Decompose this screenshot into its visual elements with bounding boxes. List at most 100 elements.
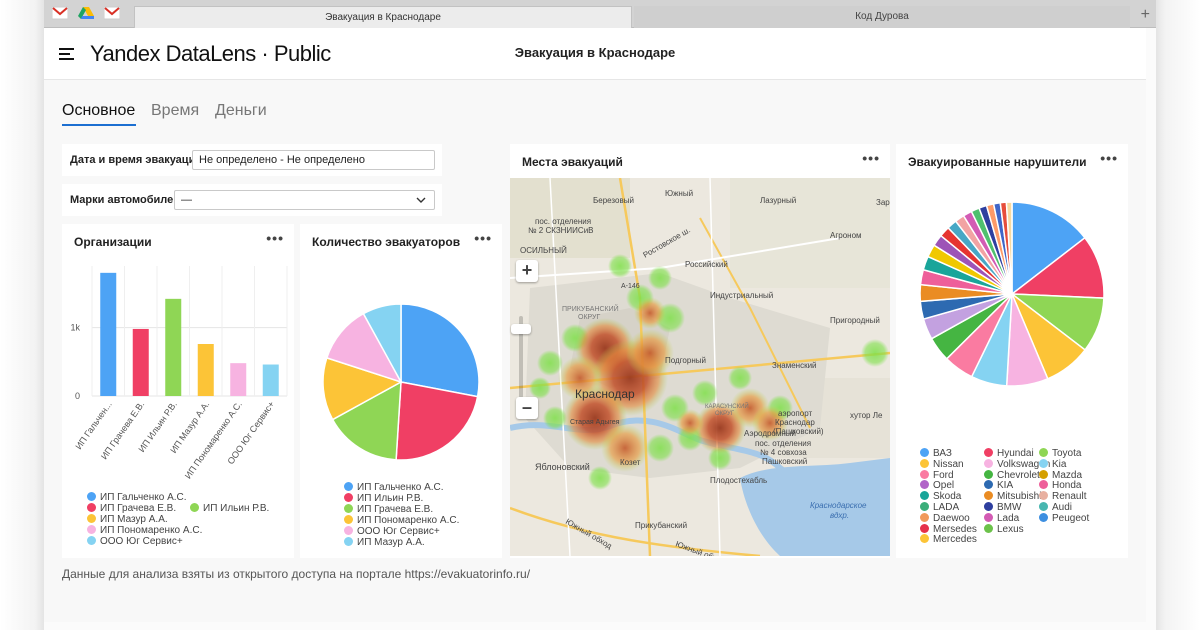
pie-slice[interactable] — [395, 381, 479, 461]
legend-item[interactable]: ИП Мазур А.А. — [344, 537, 425, 548]
svg-text:Пашковский: Пашковский — [762, 457, 807, 466]
tab-money[interactable]: Деньги — [215, 102, 267, 120]
brand-filter: Марки автомобилей — — [62, 184, 442, 216]
zoom-in-button[interactable]: + — [516, 260, 538, 282]
legend-item[interactable]: Renault — [1039, 491, 1086, 502]
orgs-menu-icon[interactable]: ••• — [266, 230, 284, 246]
bar[interactable] — [165, 298, 182, 396]
legend-item[interactable]: Ford — [920, 469, 954, 481]
legend-item[interactable]: ИП Ильин Р.В. — [344, 493, 423, 504]
legend-label: Skoda — [933, 491, 962, 503]
bar[interactable] — [262, 364, 279, 396]
bar[interactable] — [230, 363, 247, 396]
legend-item[interactable]: ООО Юг Сервис+ — [344, 526, 440, 537]
legend-item[interactable]: Lexus — [984, 523, 1024, 535]
date-range-input[interactable]: Не определено - Не определено — [192, 150, 435, 170]
legend-item[interactable]: Mitsubishi — [984, 491, 1041, 502]
legend-item[interactable]: ИП Пономаренко А.С. — [87, 525, 202, 536]
legend-item[interactable]: Honda — [1039, 480, 1081, 491]
legend-item[interactable]: KIA — [984, 480, 1013, 491]
violators-menu-icon[interactable]: ••• — [1100, 150, 1118, 166]
legend-item[interactable]: Daewoo — [920, 512, 970, 524]
bar[interactable] — [132, 328, 149, 396]
violators-pie-chart — [919, 201, 1105, 387]
legend-item[interactable]: Mazda — [1039, 469, 1082, 481]
zoom-slider-handle[interactable] — [511, 324, 531, 334]
legend-item[interactable]: Lada — [984, 512, 1019, 524]
orgs-card: Организации ••• 0 1k ИП Гальчен... ИП Граче… — [62, 224, 294, 558]
legend-label: ИП Грачева Е.В. — [100, 503, 177, 514]
tab-time[interactable]: Время — [151, 102, 199, 120]
legend-swatch — [1039, 491, 1048, 501]
brand-select[interactable]: — — [174, 190, 435, 210]
legend-item[interactable]: Audi — [1039, 502, 1072, 513]
browser-tab-active[interactable]: Эвакуация в Краснодаре — [134, 6, 632, 28]
legend-item[interactable]: Chevrolet — [984, 469, 1040, 481]
gmail-icon[interactable] — [52, 6, 68, 20]
date-filter-label: Дата и время эвакуации — [70, 154, 203, 166]
svg-text:№ 4 совхоза: № 4 совхоза — [760, 448, 807, 457]
legend-swatch — [190, 503, 199, 512]
map-menu-icon[interactable]: ••• — [862, 150, 880, 166]
legend-label: Mitsubishi — [997, 491, 1042, 503]
svg-text:Прикубанский: Прикубанский — [635, 521, 687, 530]
svg-text:Краснодарское: Краснодарское — [810, 501, 867, 510]
tab-main[interactable]: Основное — [62, 102, 135, 120]
y-tick-label: 1k — [70, 323, 80, 333]
legend-item[interactable]: Skoda — [920, 491, 961, 502]
legend-swatch — [920, 469, 929, 479]
legend-item[interactable]: Toyota — [1039, 448, 1081, 459]
legend-item[interactable]: ИП Грачева Е.В. — [87, 503, 176, 514]
pie-slice[interactable] — [400, 303, 480, 398]
bar[interactable] — [100, 272, 117, 396]
brand-filter-label: Марки автомобилей — [70, 194, 180, 206]
legend-item[interactable]: Peugeot — [1039, 512, 1089, 524]
legend-label: ООО Юг Сервис+ — [100, 536, 183, 547]
legend-item[interactable]: ИП Грачева Е.В. — [344, 504, 433, 515]
legend-label: Mercedes — [933, 534, 977, 545]
legend-swatch — [984, 480, 993, 490]
legend-item[interactable]: ИП Гальченко А.С. — [87, 492, 187, 503]
legend-swatch — [984, 502, 993, 511]
svg-text:Южный: Южный — [665, 189, 693, 198]
legend-item[interactable]: Mersedes — [920, 523, 977, 535]
legend-item[interactable]: ИП Мазур А.А. — [87, 514, 168, 525]
svg-text:ПРИКУБАНСКИЙ: ПРИКУБАНСКИЙ — [562, 304, 619, 313]
legend-label: Audi — [1052, 502, 1073, 513]
legend-item[interactable]: Opel — [920, 480, 954, 491]
legend-swatch — [87, 514, 96, 523]
legend-item[interactable]: Hyundai — [984, 448, 1034, 459]
svg-text:Яблоновский: Яблоновский — [535, 462, 590, 472]
legend-swatch — [87, 536, 96, 545]
legend-item[interactable]: Mercedes — [920, 534, 977, 545]
legend-item[interactable]: Kia — [1039, 458, 1066, 470]
legend-swatch — [984, 458, 993, 468]
browser-tab[interactable]: Код Дурова — [634, 6, 1130, 28]
legend-item[interactable]: ИП Пономаренко А.С. — [344, 515, 459, 526]
zoom-out-button[interactable]: – — [516, 397, 538, 419]
legend-item[interactable]: BMW — [984, 502, 1021, 513]
legend-item[interactable]: ИП Гальченко А.С. — [344, 482, 444, 493]
gmail-icon[interactable] — [104, 6, 120, 20]
legend-item[interactable]: ИП Ильин Р.В. — [190, 503, 269, 514]
legend-item[interactable]: LADA — [920, 502, 959, 513]
svg-text:№ 2 СКЗНИИСиВ: № 2 СКЗНИИСиВ — [528, 226, 594, 235]
evac-menu-icon[interactable]: ••• — [474, 230, 492, 246]
drive-icon[interactable] — [78, 6, 94, 20]
legend-swatch — [920, 491, 929, 501]
legend-swatch — [984, 491, 993, 501]
svg-text:Российский: Российский — [685, 260, 728, 269]
legend-swatch — [344, 504, 353, 513]
new-tab-icon[interactable]: + — [1141, 6, 1150, 24]
bar[interactable] — [197, 344, 214, 396]
evacuation-heatmap[interactable]: Южный Березовый Лазурный Зар пос. отделе… — [510, 178, 890, 556]
legend-label: Mersedes — [933, 523, 977, 535]
legend-swatch — [87, 492, 96, 501]
browser-tab-bar: Эвакуация в Краснодаре Код Дурова + — [44, 0, 1156, 28]
legend-item[interactable]: ВАЗ — [920, 448, 952, 459]
legend-label: ООО Юг Сервис+ — [357, 526, 440, 537]
svg-text:А-146: А-146 — [621, 283, 640, 290]
legend-item[interactable]: ООО Юг Сервис+ — [87, 536, 183, 547]
legend-item[interactable]: Nissan — [920, 458, 964, 470]
svg-text:ОСИЛЬНЫЙ: ОСИЛЬНЫЙ — [520, 246, 567, 255]
